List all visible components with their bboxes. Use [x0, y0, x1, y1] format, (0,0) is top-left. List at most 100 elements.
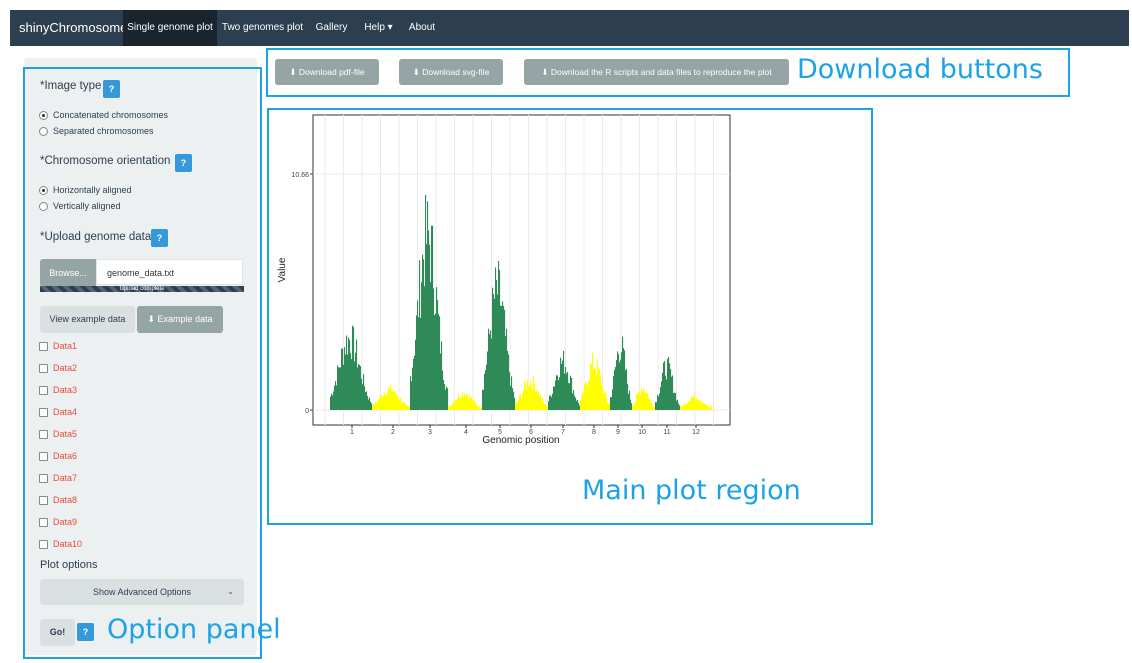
bar: [677, 399, 679, 410]
bar: [466, 393, 468, 410]
bar: [479, 406, 481, 410]
bar: [468, 399, 470, 410]
bar: [489, 334, 491, 410]
bar: [382, 397, 384, 410]
x-tick-label: 7: [561, 429, 565, 436]
bar: [346, 335, 348, 410]
bar: [560, 357, 562, 410]
bar: [413, 358, 415, 410]
bar: [477, 405, 479, 410]
bar: [710, 407, 712, 410]
nav-single-genome-plot[interactable]: Single genome plot: [123, 10, 217, 46]
bar: [583, 394, 585, 410]
bar: [503, 305, 505, 410]
bar: [661, 381, 663, 410]
bar: [396, 394, 398, 410]
bar: [634, 403, 636, 410]
bar: [564, 373, 566, 410]
bar: [653, 407, 655, 410]
bar: [435, 313, 437, 410]
bar: [689, 401, 691, 410]
bar: [371, 403, 373, 410]
bar: [362, 384, 364, 410]
bar: [504, 309, 506, 410]
bar: [558, 380, 560, 410]
bar: [389, 387, 391, 410]
bar: [436, 287, 438, 410]
bar: [386, 395, 388, 410]
bar: [505, 336, 507, 410]
bar: [347, 354, 349, 410]
bar: [394, 392, 396, 410]
bar: [420, 317, 422, 410]
bar: [358, 364, 360, 410]
bar: [398, 398, 400, 410]
bar: [656, 402, 658, 410]
bar: [709, 406, 711, 410]
nav-help-dropdown[interactable]: Help ▾: [355, 10, 402, 46]
bar: [563, 350, 565, 410]
bar: [540, 394, 542, 410]
bar: [473, 398, 475, 410]
bar: [686, 403, 688, 410]
bar: [405, 403, 407, 410]
bar: [498, 260, 500, 410]
bar: [700, 400, 702, 410]
bar: [520, 394, 522, 410]
bar: [622, 336, 624, 410]
x-axis-label: Genomic position: [482, 435, 559, 446]
bar: [491, 338, 493, 410]
bar: [662, 372, 664, 410]
bar: [455, 400, 457, 410]
bar: [647, 393, 649, 410]
bar: [595, 369, 597, 410]
bar: [461, 398, 463, 410]
bar: [655, 401, 657, 410]
bar: [703, 404, 705, 410]
bar: [419, 260, 421, 410]
bar: [356, 339, 358, 410]
bar: [605, 392, 607, 410]
bar: [659, 393, 661, 410]
nav-gallery[interactable]: Gallery: [308, 10, 355, 46]
bar: [630, 399, 632, 410]
bar: [475, 402, 477, 410]
bar: [425, 194, 427, 410]
bar: [524, 381, 526, 410]
bar: [665, 376, 667, 410]
nav-about[interactable]: About: [402, 10, 442, 46]
bar: [342, 348, 344, 410]
download-buttons-annotation: Download buttons: [797, 54, 1043, 85]
bar: [536, 389, 538, 410]
nav-two-genomes-plot[interactable]: Two genomes plot: [217, 10, 308, 46]
bar: [640, 394, 642, 410]
bar: [675, 393, 677, 410]
bar: [593, 369, 595, 410]
bar: [592, 352, 594, 410]
bar: [518, 400, 520, 410]
bar: [392, 391, 394, 410]
bar: [658, 396, 660, 410]
bar: [428, 230, 430, 410]
bar: [599, 368, 601, 410]
bar: [598, 368, 600, 410]
bar: [384, 392, 386, 410]
bar: [681, 406, 683, 410]
bar: [344, 347, 346, 410]
brand-title[interactable]: shinyChromosome: [19, 10, 127, 46]
bar: [566, 373, 568, 410]
bar: [632, 406, 634, 410]
bar: [509, 372, 511, 410]
x-tick-label: 4: [464, 429, 468, 436]
bar: [439, 316, 441, 410]
bar: [633, 405, 635, 410]
bar: [484, 373, 486, 410]
bar: [544, 403, 546, 410]
bar: [512, 388, 514, 410]
bar: [349, 340, 351, 410]
bar: [445, 389, 447, 410]
bar: [374, 405, 376, 410]
bar: [635, 401, 637, 410]
bar: [343, 364, 345, 410]
bar: [652, 405, 654, 410]
